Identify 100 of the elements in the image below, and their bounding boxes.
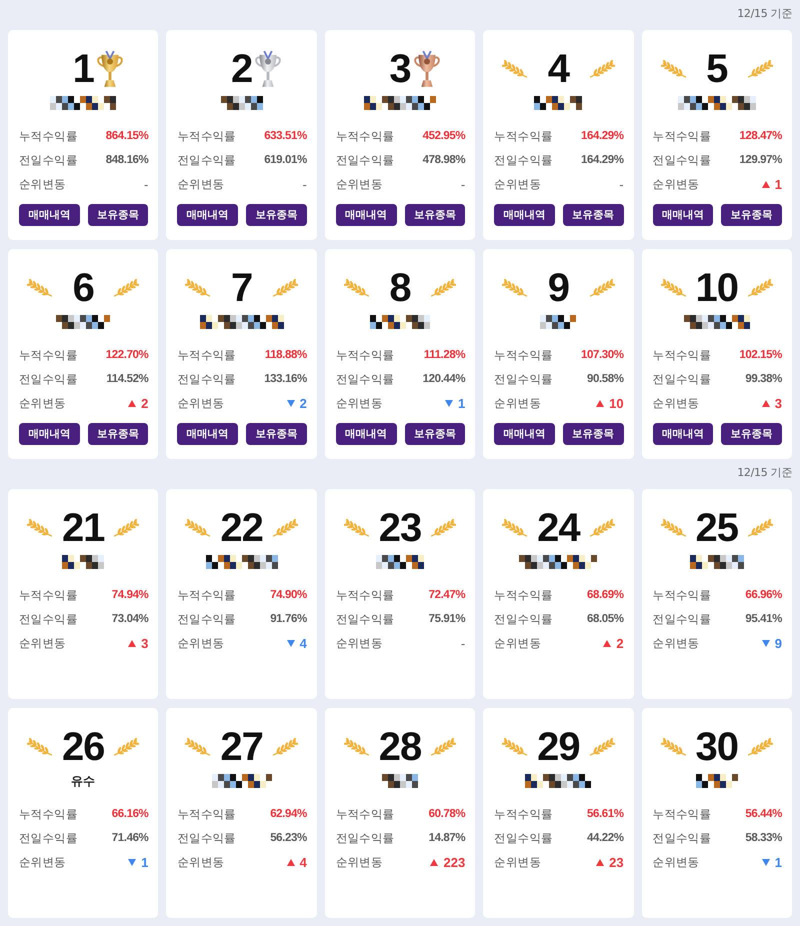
stat-value: 128.47% [739,130,782,142]
holdings-button[interactable]: 보유종목 [88,204,148,226]
laurel-icon [270,278,298,298]
laurel-icon [660,518,688,538]
trade-history-button[interactable]: 매매내역 [336,423,396,445]
stat-value: 66.16% [112,808,148,820]
up-triangle-icon [596,400,604,406]
rank-number: 26 [62,724,104,770]
stat-label: 누적수익률 [336,588,394,602]
laurel-icon [344,738,371,756]
up-triangle-icon [596,858,604,866]
holdings-button[interactable]: 보유종목 [562,423,624,445]
user-name: 유수 [71,774,96,788]
holdings-button[interactable]: 보유종목 [404,423,466,445]
stat-value: 68.05% [586,613,624,625]
rank-change-value: 1 [774,854,782,870]
stat-value: 848.16% [106,154,148,166]
rank-number: 2 [230,46,252,92]
stat-value: 56.23% [270,832,307,844]
rank-change-value: - [302,176,307,192]
stat-label: 순위변동 [336,854,383,870]
trade-history-button[interactable]: 매매내역 [19,423,80,445]
holdings-button[interactable]: 보유종목 [246,423,307,445]
holdings-button[interactable]: 보유종목 [721,423,782,445]
stat-value: 619.01% [264,154,307,166]
rank-change-value: 2 [300,396,307,410]
stat-label: 순위변동 [177,396,224,410]
rank-number: 8 [389,265,411,311]
holdings-button[interactable]: 보유종목 [88,423,148,445]
laurel-icon [588,738,615,756]
trade-history-button[interactable]: 매매내역 [652,423,714,445]
stat-label: 전일수익률 [494,612,553,626]
stat-label: 누적수익률 [19,588,78,602]
stat-label: 순위변동 [177,176,224,192]
pixelated-name-block [220,96,263,110]
trade-history-button[interactable]: 매매내역 [494,204,555,226]
laurel-icon [746,278,773,298]
laurel-icon [185,738,212,756]
laurel-icon [185,518,212,538]
stat-value: 114.52% [106,373,148,385]
stat-value: 864.15% [106,130,148,142]
stat-label: 전일수익률 [19,612,78,626]
trade-history-button[interactable]: 매매내역 [19,204,80,226]
stat-label: 순위변동 [494,854,541,870]
up-triangle-icon [762,400,770,406]
rank-number: 3 [389,46,411,92]
laurel-icon [112,738,140,756]
laurel-icon [588,518,615,538]
stat-value: 95.41% [745,613,782,625]
stat-label: 순위변동 [494,396,541,410]
stat-value: 73.04% [112,613,148,625]
pixelated-name-block [540,315,576,329]
laurel-icon [502,278,530,298]
stat-label: 순위변동 [19,854,66,870]
pixelated-name-block [62,555,104,569]
stat-label: 전일수익률 [177,372,236,386]
stat-label: 누적수익률 [19,128,78,144]
laurel-icon [588,60,615,78]
stat-label: 전일수익률 [494,152,553,168]
rank-change-value: 1 [141,854,148,870]
stat-label: 순위변동 [19,176,66,192]
stat-value: 129.97% [739,154,782,166]
stat-label: 전일수익률 [19,152,78,168]
trade-history-button[interactable]: 매매내역 [177,204,238,226]
stat-label: 전일수익률 [494,372,553,386]
stat-label: 누적수익률 [336,806,394,822]
rank-number: 21 [62,505,104,551]
stat-label: 누적수익률 [177,806,236,822]
stat-value: 75.91% [428,613,466,625]
laurel-icon [185,278,212,298]
holdings-button[interactable]: 보유종목 [404,204,466,226]
up-triangle-icon [128,400,136,406]
laurel-icon [588,278,615,298]
rank-change-value: 223 [443,854,466,870]
stat-value: 58.33% [745,832,782,844]
rank-number: 9 [548,265,570,311]
stat-value: 74.94% [112,589,148,601]
laurel-icon [502,518,530,538]
holdings-button[interactable]: 보유종목 [562,204,624,226]
trade-history-button[interactable]: 매매내역 [494,423,555,445]
up-triangle-icon [430,858,438,866]
laurel-icon [746,60,773,78]
stat-value: 91.76% [270,613,307,625]
rank-change-value: 2 [141,396,148,410]
stat-label: 전일수익률 [336,152,394,168]
stat-label: 전일수익률 [494,830,553,846]
trade-history-button[interactable]: 매매내역 [652,204,714,226]
stat-label: 누적수익률 [177,348,236,362]
rank-number: 7 [230,265,252,311]
trade-history-button[interactable]: 매매내역 [336,204,396,226]
stat-label: 순위변동 [652,176,700,192]
holdings-button[interactable]: 보유종목 [721,204,782,226]
stat-label: 순위변동 [336,176,383,192]
trade-history-button[interactable]: 매매내역 [177,423,238,445]
rank-change-value: 3 [141,636,148,650]
holdings-button[interactable]: 보유종목 [246,204,307,226]
stat-label: 누적수익률 [336,128,394,144]
date-label: 12/15 기준 [737,466,792,480]
stat-label: 누적수익률 [652,348,712,362]
stat-value: 452.95% [422,130,466,142]
